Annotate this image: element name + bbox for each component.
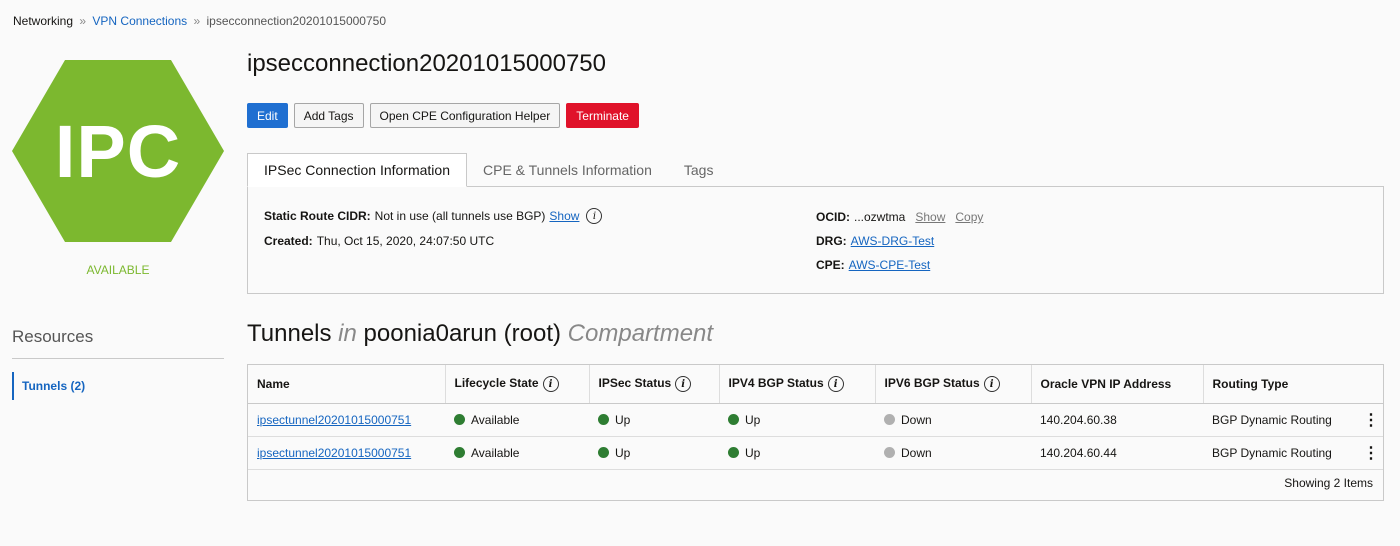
tunnels-title-main: Tunnels (247, 320, 332, 347)
tunnels-section-title: Tunnels in poonia0arun (root) Compartmen… (247, 320, 713, 348)
table-row: ipsectunnel20201015000751 Available Up U… (248, 403, 1383, 437)
tunnels-table: Name Lifecycle State i IPSec Status i IPV4… (247, 364, 1384, 501)
column-header-ipv4-bgp[interactable]: IPV4 BGP Status i (719, 365, 876, 404)
column-header-name[interactable]: Name (248, 365, 446, 404)
column-header-lifecycle[interactable]: Lifecycle State i (445, 365, 590, 404)
table-header-row: Name Lifecycle State i IPSec Status i IPV4… (248, 365, 1383, 404)
divider (12, 358, 224, 359)
tab-tags[interactable]: Tags (668, 153, 730, 187)
status-dot-icon (454, 413, 465, 425)
resources-title: Resources (12, 327, 94, 346)
breadcrumb-separator: » (193, 14, 201, 28)
routing-type: BGP Dynamic Routing (1203, 436, 1359, 470)
ipv6-bgp-status: Down (901, 412, 932, 427)
static-route-label: Static Route CIDR: (264, 209, 371, 223)
resource-badge: IPC (12, 60, 224, 242)
created-label: Created: (264, 234, 313, 248)
cpe-row: CPE: AWS-CPE-Test (816, 258, 930, 272)
ocid-show-link[interactable]: Show (915, 210, 945, 224)
edit-button[interactable]: Edit (247, 103, 288, 128)
info-icon[interactable]: i (542, 376, 559, 392)
ipv4-bgp-status: Up (745, 445, 761, 460)
tunnels-title-compartment: poonia0arun (root) (363, 320, 561, 347)
breadcrumb-networking[interactable]: Networking (13, 14, 73, 28)
ipv4-bgp-status: Up (745, 412, 761, 427)
tunnels-title-in: in (338, 320, 357, 347)
info-icon[interactable]: i (675, 376, 692, 392)
breadcrumb-vpn-connections[interactable]: VPN Connections (92, 14, 187, 28)
tunnel-name-link[interactable]: ipsectunnel20201015000751 (257, 446, 411, 460)
status-dot-icon (884, 413, 895, 425)
action-bar: Edit Add Tags Open CPE Configuration Hel… (247, 103, 639, 128)
ocid-row: OCID: ...ozwtma Show Copy (816, 210, 983, 224)
info-icon[interactable]: i (586, 208, 603, 224)
column-header-ipsec-status[interactable]: IPSec Status i (589, 365, 720, 404)
row-actions-kebab-icon[interactable]: ⋮ (1359, 403, 1383, 437)
info-panel: Static Route CIDR: Not in use (all tunne… (247, 186, 1384, 294)
routing-type: BGP Dynamic Routing (1203, 403, 1359, 437)
static-route-show-link[interactable]: Show (549, 209, 579, 223)
cpe-config-helper-button[interactable]: Open CPE Configuration Helper (369, 103, 561, 128)
terminate-button[interactable]: Terminate (566, 103, 639, 128)
status-dot-icon (598, 446, 609, 458)
oracle-vpn-ip: 140.204.60.38 (1031, 403, 1203, 437)
breadcrumb-separator: » (79, 14, 87, 28)
column-header-oracle-vpn-ip[interactable]: Oracle VPN IP Address (1031, 365, 1204, 404)
ocid-value: ...ozwtma (854, 210, 906, 224)
drg-label: DRG: (816, 234, 847, 248)
row-actions-kebab-icon[interactable]: ⋮ (1359, 436, 1383, 470)
created-value: Thu, Oct 15, 2020, 24:07:50 UTC (316, 234, 495, 248)
lifecycle-state: Available (471, 412, 520, 427)
tunnels-title-suffix: Compartment (567, 320, 714, 347)
status-dot-icon (598, 413, 609, 425)
static-route-row: Static Route CIDR: Not in use (all tunne… (264, 208, 603, 224)
created-row: Created: Thu, Oct 15, 2020, 24:07:50 UTC (264, 234, 494, 248)
page-title: ipsecconnection20201015000750 (247, 50, 606, 77)
resource-badge-text: IPC (54, 109, 182, 193)
table-row: ipsectunnel20201015000751 Available Up U… (248, 436, 1383, 470)
status-dot-icon (454, 446, 465, 458)
ipsec-status: Up (615, 412, 631, 427)
static-route-value: Not in use (all tunnels use BGP) (374, 209, 546, 223)
drg-link[interactable]: AWS-DRG-Test (851, 234, 935, 248)
oracle-vpn-ip: 140.204.60.44 (1031, 436, 1203, 470)
info-icon[interactable]: i (983, 376, 1000, 392)
tab-cpe-tunnels-information[interactable]: CPE & Tunnels Information (467, 153, 668, 187)
tab-ipsec-connection-information[interactable]: IPSec Connection Information (247, 153, 467, 187)
column-header-ipv6-bgp[interactable]: IPV6 BGP Status i (875, 365, 1032, 404)
add-tags-button[interactable]: Add Tags (293, 103, 364, 128)
tab-bar: IPSec Connection Information CPE & Tunne… (247, 153, 729, 187)
ocid-copy-link[interactable]: Copy (955, 210, 983, 224)
breadcrumb: Networking » VPN Connections » ipsecconn… (13, 14, 386, 28)
resource-state: AVAILABLE (86, 263, 150, 277)
info-icon[interactable]: i (827, 376, 844, 392)
cpe-label: CPE: (816, 258, 845, 272)
ipv6-bgp-status: Down (901, 445, 932, 460)
status-dot-icon (728, 446, 739, 458)
tunnel-name-link[interactable]: ipsectunnel20201015000751 (257, 413, 411, 427)
sidebar-item-tunnels[interactable]: Tunnels (2) (12, 372, 224, 400)
table-footer-count: Showing 2 Items (1284, 476, 1373, 490)
ocid-label: OCID: (816, 210, 850, 224)
cpe-link[interactable]: AWS-CPE-Test (849, 258, 931, 272)
ipsec-status: Up (615, 445, 631, 460)
lifecycle-state: Available (471, 445, 520, 460)
column-header-routing-type[interactable]: Routing Type (1203, 365, 1383, 404)
status-dot-icon (884, 446, 895, 458)
drg-row: DRG: AWS-DRG-Test (816, 234, 934, 248)
breadcrumb-current: ipsecconnection20201015000750 (206, 14, 387, 28)
status-dot-icon (728, 413, 739, 425)
